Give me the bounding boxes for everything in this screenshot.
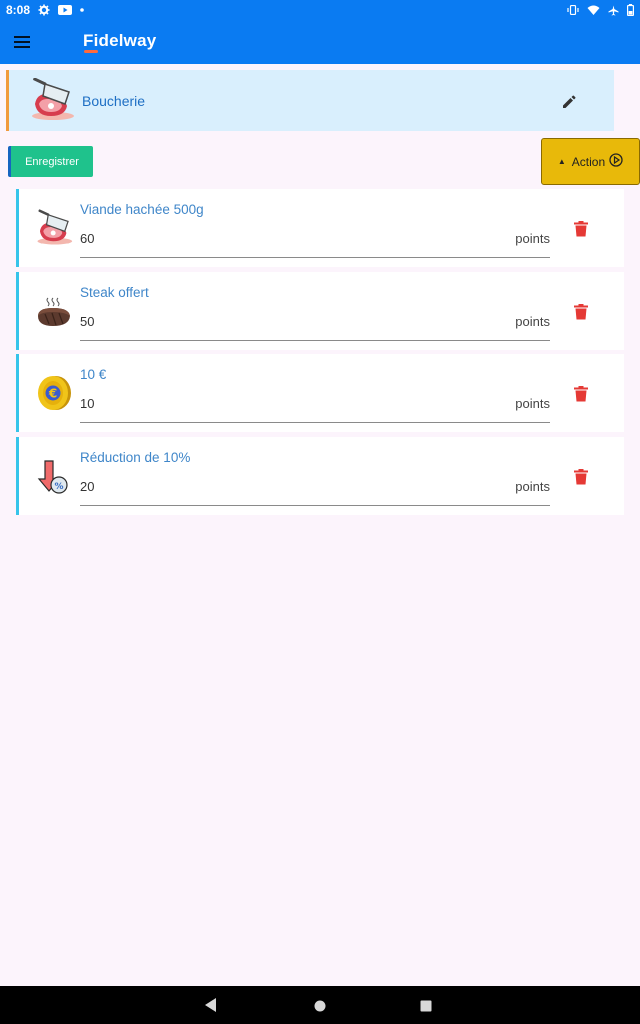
play-circle-icon — [609, 153, 623, 170]
points-unit: points — [515, 478, 550, 494]
discount-arrow-icon: % — [35, 457, 73, 495]
save-button[interactable]: Enregistrer — [8, 146, 93, 177]
settings-icon — [38, 4, 50, 16]
trash-icon[interactable] — [572, 467, 590, 487]
reward-item: Steak offert 50 points — [16, 271, 624, 350]
airplane-icon — [608, 5, 619, 16]
butcher-cleaver-meat-icon — [29, 77, 75, 122]
category-header: Boucherie — [6, 70, 614, 131]
app-title: Fidelway — [83, 31, 157, 50]
reward-name: Réduction de 10% — [80, 449, 191, 465]
battery-icon — [627, 4, 634, 16]
steak-icon — [35, 292, 73, 330]
youtube-icon — [58, 5, 73, 15]
points-value[interactable]: 10 — [80, 396, 94, 411]
vibrate-icon — [567, 5, 579, 15]
reward-item: € 10 € 10 points — [16, 354, 624, 432]
points-field[interactable]: 50 points — [80, 308, 550, 341]
reward-item: % Réduction de 10% 20 points — [16, 436, 624, 515]
points-field[interactable]: 20 points — [80, 473, 550, 506]
points-value[interactable]: 50 — [80, 314, 94, 329]
points-field[interactable]: 60 points — [80, 225, 550, 258]
points-value[interactable]: 60 — [80, 231, 94, 246]
action-button[interactable]: ▲ Action — [541, 138, 640, 185]
pencil-icon[interactable] — [558, 91, 580, 113]
trash-icon[interactable] — [572, 384, 590, 404]
reward-name: Viande hachée 500g — [80, 202, 204, 217]
caret-up-icon: ▲ — [557, 157, 566, 166]
butcher-cleaver-meat-icon — [35, 209, 73, 247]
hamburger-menu-icon[interactable] — [10, 31, 34, 53]
action-label: Action — [571, 154, 606, 169]
home-icon[interactable] — [314, 999, 326, 1017]
status-bar: 8:08 — [0, 0, 640, 20]
euro-coin-icon: € — [35, 374, 73, 412]
trash-icon[interactable] — [572, 302, 590, 322]
points-value[interactable]: 20 — [80, 479, 94, 494]
recents-icon[interactable] — [420, 999, 432, 1017]
status-time: 8:08 — [6, 3, 31, 17]
svg-text:%: % — [54, 482, 63, 492]
points-unit: points — [515, 313, 550, 329]
reward-name: 10 € — [80, 367, 107, 382]
wifi-icon — [587, 5, 600, 15]
points-unit: points — [515, 231, 550, 246]
category-name: Boucherie — [82, 93, 146, 109]
title-underline — [84, 50, 98, 53]
trash-icon[interactable] — [572, 219, 590, 239]
reward-name: Steak offert — [80, 284, 149, 300]
reward-list: Viande hachée 500g 60 points Steak offer… — [16, 189, 624, 519]
points-unit: points — [515, 396, 550, 411]
points-field[interactable]: 10 points — [80, 390, 550, 423]
reward-item: Viande hachée 500g 60 points — [16, 189, 624, 267]
dot-icon — [80, 8, 84, 12]
system-nav-bar — [0, 986, 640, 1024]
app-bar: Fidelway — [0, 20, 640, 64]
svg-text:€: € — [48, 387, 57, 401]
back-icon[interactable] — [205, 998, 217, 1017]
